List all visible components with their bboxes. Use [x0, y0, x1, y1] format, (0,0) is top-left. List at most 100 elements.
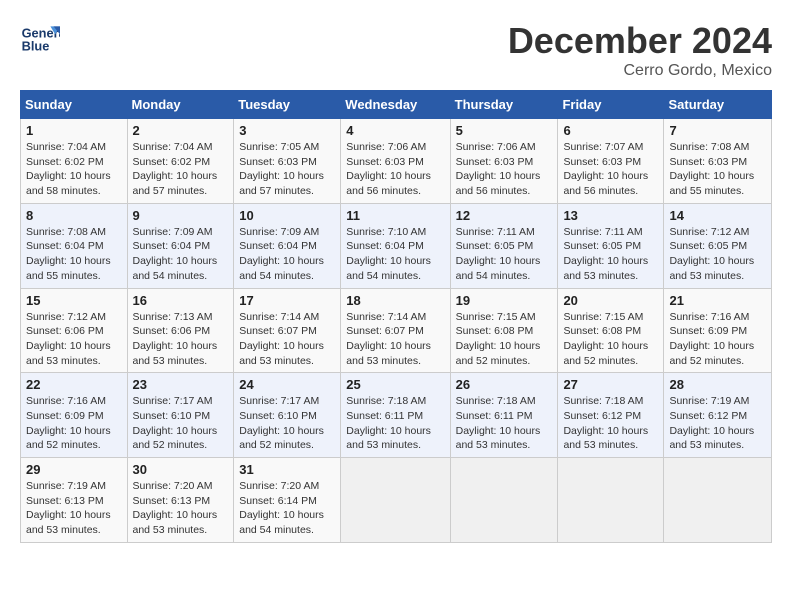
day-info: Sunrise: 7:15 AMSunset: 6:08 PMDaylight:…: [456, 310, 553, 369]
table-row: [664, 458, 772, 543]
day-number: 1: [26, 123, 122, 138]
day-number: 2: [133, 123, 229, 138]
day-number: 25: [346, 377, 444, 392]
day-number: 31: [239, 462, 335, 477]
page-subtitle: Cerro Gordo, Mexico: [508, 62, 772, 80]
day-info: Sunrise: 7:16 AMSunset: 6:09 PMDaylight:…: [669, 310, 766, 369]
day-info: Sunrise: 7:09 AMSunset: 6:04 PMDaylight:…: [133, 225, 229, 284]
day-info: Sunrise: 7:20 AMSunset: 6:13 PMDaylight:…: [133, 479, 229, 538]
col-tuesday: Tuesday: [234, 91, 341, 119]
table-row: 13 Sunrise: 7:11 AMSunset: 6:05 PMDayligh…: [558, 203, 664, 288]
day-info: Sunrise: 7:14 AMSunset: 6:07 PMDaylight:…: [239, 310, 335, 369]
col-monday: Monday: [127, 91, 234, 119]
table-row: 10 Sunrise: 7:09 AMSunset: 6:04 PMDayligh…: [234, 203, 341, 288]
day-info: Sunrise: 7:04 AMSunset: 6:02 PMDaylight:…: [133, 140, 229, 199]
day-info: Sunrise: 7:11 AMSunset: 6:05 PMDaylight:…: [563, 225, 658, 284]
day-number: 10: [239, 208, 335, 223]
day-number: 28: [669, 377, 766, 392]
table-row: 28 Sunrise: 7:19 AMSunset: 6:12 PMDayligh…: [664, 373, 772, 458]
day-number: 14: [669, 208, 766, 223]
day-number: 13: [563, 208, 658, 223]
page-header: General Blue December 2024 Cerro Gordo, …: [20, 20, 772, 80]
table-row: 31 Sunrise: 7:20 AMSunset: 6:14 PMDayligh…: [234, 458, 341, 543]
day-number: 19: [456, 293, 553, 308]
day-info: Sunrise: 7:19 AMSunset: 6:13 PMDaylight:…: [26, 479, 122, 538]
day-number: 17: [239, 293, 335, 308]
col-saturday: Saturday: [664, 91, 772, 119]
day-info: Sunrise: 7:18 AMSunset: 6:12 PMDaylight:…: [563, 394, 658, 453]
table-row: [341, 458, 450, 543]
day-info: Sunrise: 7:08 AMSunset: 6:03 PMDaylight:…: [669, 140, 766, 199]
table-row: 16 Sunrise: 7:13 AMSunset: 6:06 PMDayligh…: [127, 288, 234, 373]
day-number: 7: [669, 123, 766, 138]
day-number: 16: [133, 293, 229, 308]
day-info: Sunrise: 7:12 AMSunset: 6:05 PMDaylight:…: [669, 225, 766, 284]
day-info: Sunrise: 7:18 AMSunset: 6:11 PMDaylight:…: [346, 394, 444, 453]
table-row: 11 Sunrise: 7:10 AMSunset: 6:04 PMDayligh…: [341, 203, 450, 288]
day-info: Sunrise: 7:06 AMSunset: 6:03 PMDaylight:…: [346, 140, 444, 199]
day-number: 23: [133, 377, 229, 392]
table-row: 5Sunrise: 7:06 AMSunset: 6:03 PMDaylight…: [450, 119, 558, 204]
day-number: 4: [346, 123, 444, 138]
table-row: 4 Sunrise: 7:06 AMSunset: 6:03 PMDaylight…: [341, 119, 450, 204]
day-number: 15: [26, 293, 122, 308]
day-info: Sunrise: 7:17 AMSunset: 6:10 PMDaylight:…: [239, 394, 335, 453]
table-row: [558, 458, 664, 543]
day-number: 24: [239, 377, 335, 392]
col-friday: Friday: [558, 91, 664, 119]
table-row: 7 Sunrise: 7:08 AMSunset: 6:03 PMDaylight…: [664, 119, 772, 204]
day-info: Sunrise: 7:04 AMSunset: 6:02 PMDaylight:…: [26, 140, 122, 199]
day-number: 27: [563, 377, 658, 392]
calendar-week-row: 22 Sunrise: 7:16 AMSunset: 6:09 PMDayligh…: [21, 373, 772, 458]
day-info: Sunrise: 7:08 AMSunset: 6:04 PMDaylight:…: [26, 225, 122, 284]
day-info: Sunrise: 7:18 AMSunset: 6:11 PMDaylight:…: [456, 394, 553, 453]
table-row: 17 Sunrise: 7:14 AMSunset: 6:07 PMDayligh…: [234, 288, 341, 373]
day-number: 12: [456, 208, 553, 223]
calendar-table: Sunday Monday Tuesday Wednesday Thursday…: [20, 90, 772, 543]
day-number: 11: [346, 208, 444, 223]
day-info: Sunrise: 7:14 AMSunset: 6:07 PMDaylight:…: [346, 310, 444, 369]
day-info: Sunrise: 7:07 AMSunset: 6:03 PMDaylight:…: [563, 140, 658, 199]
col-thursday: Thursday: [450, 91, 558, 119]
day-number: 26: [456, 377, 553, 392]
day-number: 22: [26, 377, 122, 392]
calendar-week-row: 15 Sunrise: 7:12 AMSunset: 6:06 PMDayligh…: [21, 288, 772, 373]
table-row: 15 Sunrise: 7:12 AMSunset: 6:06 PMDayligh…: [21, 288, 128, 373]
table-row: 23Sunrise: 7:17 AMSunset: 6:10 PMDayligh…: [127, 373, 234, 458]
calendar-header-row: Sunday Monday Tuesday Wednesday Thursday…: [21, 91, 772, 119]
col-sunday: Sunday: [21, 91, 128, 119]
day-number: 6: [563, 123, 658, 138]
day-number: 5: [456, 123, 553, 138]
table-row: 22 Sunrise: 7:16 AMSunset: 6:09 PMDayligh…: [21, 373, 128, 458]
calendar-week-row: 8 Sunrise: 7:08 AMSunset: 6:04 PMDaylight…: [21, 203, 772, 288]
day-info: Sunrise: 7:16 AMSunset: 6:09 PMDaylight:…: [26, 394, 122, 453]
page-title: December 2024: [508, 20, 772, 62]
day-number: 3: [239, 123, 335, 138]
table-row: 19 Sunrise: 7:15 AMSunset: 6:08 PMDayligh…: [450, 288, 558, 373]
table-row: 21 Sunrise: 7:16 AMSunset: 6:09 PMDayligh…: [664, 288, 772, 373]
day-info: Sunrise: 7:12 AMSunset: 6:06 PMDaylight:…: [26, 310, 122, 369]
day-info: Sunrise: 7:13 AMSunset: 6:06 PMDaylight:…: [133, 310, 229, 369]
day-info: Sunrise: 7:11 AMSunset: 6:05 PMDaylight:…: [456, 225, 553, 284]
table-row: 29 Sunrise: 7:19 AMSunset: 6:13 PMDayligh…: [21, 458, 128, 543]
day-number: 8: [26, 208, 122, 223]
day-info: Sunrise: 7:05 AMSunset: 6:03 PMDaylight:…: [239, 140, 335, 199]
day-number: 18: [346, 293, 444, 308]
day-info: Sunrise: 7:19 AMSunset: 6:12 PMDaylight:…: [669, 394, 766, 453]
day-info: Sunrise: 7:15 AMSunset: 6:08 PMDaylight:…: [563, 310, 658, 369]
day-info: Sunrise: 7:10 AMSunset: 6:04 PMDaylight:…: [346, 225, 444, 284]
day-info: Sunrise: 7:09 AMSunset: 6:04 PMDaylight:…: [239, 225, 335, 284]
col-wednesday: Wednesday: [341, 91, 450, 119]
table-row: 3 Sunrise: 7:05 AMSunset: 6:03 PMDaylight…: [234, 119, 341, 204]
day-number: 30: [133, 462, 229, 477]
table-row: 14 Sunrise: 7:12 AMSunset: 6:05 PMDayligh…: [664, 203, 772, 288]
calendar-week-row: 1 Sunrise: 7:04 AMSunset: 6:02 PMDaylight…: [21, 119, 772, 204]
table-row: 18 Sunrise: 7:14 AMSunset: 6:07 PMDayligh…: [341, 288, 450, 373]
day-number: 29: [26, 462, 122, 477]
table-row: 1 Sunrise: 7:04 AMSunset: 6:02 PMDaylight…: [21, 119, 128, 204]
logo: General Blue: [20, 20, 64, 60]
day-info: Sunrise: 7:20 AMSunset: 6:14 PMDaylight:…: [239, 479, 335, 538]
day-number: 21: [669, 293, 766, 308]
table-row: 30 Sunrise: 7:20 AMSunset: 6:13 PMDayligh…: [127, 458, 234, 543]
table-row: 8 Sunrise: 7:08 AMSunset: 6:04 PMDaylight…: [21, 203, 128, 288]
